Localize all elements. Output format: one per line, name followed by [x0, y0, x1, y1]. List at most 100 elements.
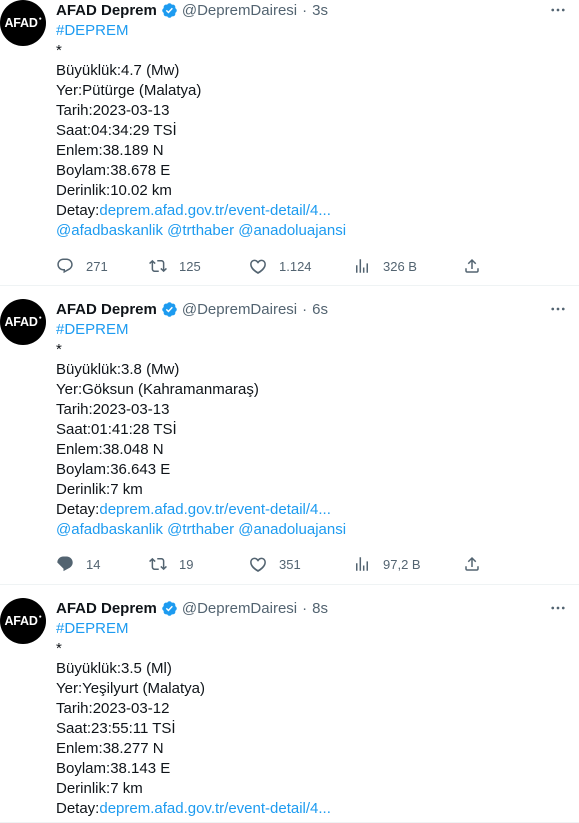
mentions-line: @afadbaskanlik @trthaber @anadoluajansi — [56, 520, 569, 540]
magnitude-line: Büyüklük:3.5 (Ml) — [56, 659, 569, 679]
latitude-value: 38.048 N — [102, 441, 164, 458]
latitude-line: Enlem:38.277 N — [56, 739, 569, 759]
like-button[interactable]: 1.124 — [249, 256, 312, 276]
latitude-line: Enlem:38.189 N — [56, 141, 569, 161]
place-value: Pütürge (Malatya) — [82, 82, 202, 99]
detail-link[interactable]: deprem.afad.gov.tr/event-detail/4... — [99, 202, 331, 219]
author-name[interactable]: AFAD Deprem — [56, 2, 157, 19]
retweet-button[interactable]: 19 — [149, 554, 193, 574]
avatar[interactable]: AFAD ● — [0, 299, 46, 345]
timestamp[interactable]: 6s — [312, 301, 328, 318]
date-value: 2023-03-13 — [92, 401, 170, 418]
magnitude-value: 3.5 (Ml) — [121, 660, 172, 677]
hashtag-link[interactable]: #DEPREM — [56, 619, 569, 639]
reply-count: 271 — [86, 258, 108, 274]
longitude-value: 38.143 E — [110, 760, 171, 777]
magnitude-label: Büyüklük: — [56, 62, 122, 79]
detail-link[interactable]: deprem.afad.gov.tr/event-detail/4... — [99, 501, 331, 518]
avatar[interactable]: AFAD ● — [0, 0, 46, 46]
mention-link[interactable]: @trthaber — [167, 222, 234, 239]
share-button[interactable] — [463, 256, 481, 276]
date-value: 2023-03-13 — [92, 102, 170, 119]
avatar[interactable]: AFAD ● — [0, 598, 46, 644]
longitude-label: Boylam: — [56, 162, 111, 179]
mentions-line: @afadbaskanlik @trthaber @anadoluajansi — [56, 221, 569, 241]
timestamp[interactable]: 8s — [312, 600, 328, 617]
place-value: Göksun (Kahramanmaraş) — [82, 381, 259, 398]
separator-dot: · — [302, 599, 308, 617]
author-handle[interactable]: @DepremDairesi — [182, 2, 297, 19]
views-button[interactable]: 97,2 B — [353, 554, 421, 574]
retweet-icon — [149, 259, 167, 273]
author-handle[interactable]: @DepremDairesi — [182, 600, 297, 617]
retweet-icon — [149, 557, 167, 571]
detail-line: Detay:deprem.afad.gov.tr/event-detail/4.… — [56, 500, 569, 520]
date-label: Tarih: — [56, 401, 93, 418]
verified-badge-icon — [162, 301, 177, 317]
hashtag-link[interactable]: #DEPREM — [56, 320, 569, 340]
timestamp[interactable]: 3s — [312, 2, 328, 19]
magnitude-label: Büyüklük: — [56, 361, 122, 378]
views-count: 326 B — [383, 258, 417, 274]
date-label: Tarih: — [56, 700, 93, 717]
longitude-value: 36.643 E — [110, 461, 171, 478]
verified-badge-icon — [162, 600, 177, 616]
author-name[interactable]: AFAD Deprem — [56, 600, 157, 617]
latitude-value: 38.277 N — [102, 740, 164, 757]
views-button[interactable]: 326 B — [353, 256, 417, 276]
tweet-text: #DEPREM * Büyüklük:3.8 (Mw) Yer:Göksun (… — [56, 320, 569, 540]
reply-count: 14 — [86, 556, 101, 572]
asterisk-line: * — [56, 341, 62, 358]
more-icon[interactable] — [547, 598, 569, 618]
avatar-text: AFAD — [4, 315, 38, 329]
magnitude-label: Büyüklük: — [56, 660, 122, 677]
share-button[interactable] — [463, 554, 481, 574]
mention-link[interactable]: @anadoluajansi — [238, 521, 346, 538]
retweet-count: 19 — [179, 556, 194, 572]
longitude-label: Boylam: — [56, 461, 111, 478]
reply-icon — [57, 556, 73, 572]
author-name[interactable]: AFAD Deprem — [56, 301, 157, 318]
retweet-button[interactable]: 125 — [149, 256, 201, 276]
hour-label: Saat: — [56, 421, 92, 438]
date-value: 2023-03-12 — [92, 700, 170, 717]
mention-link[interactable]: @afadbaskanlik — [56, 521, 163, 538]
asterisk-line: * — [56, 42, 62, 59]
date-line: Tarih:2023-03-13 — [56, 101, 569, 121]
latitude-value: 38.189 N — [102, 142, 164, 159]
tweet[interactable]: AFAD ● AFAD Deprem @DepremDairesi · 3s #D… — [0, 0, 579, 286]
hashtag-link[interactable]: #DEPREM — [56, 21, 569, 41]
author-handle[interactable]: @DepremDairesi — [182, 301, 297, 318]
like-button[interactable]: 351 — [249, 554, 301, 574]
hour-value: 23:55:11 TSİ — [91, 720, 176, 737]
mention-link[interactable]: @trthaber — [167, 521, 234, 538]
like-count: 1.124 — [279, 258, 312, 274]
mention-link[interactable]: @anadoluajansi — [238, 222, 346, 239]
magnitude-line: Büyüklük:3.8 (Mw) — [56, 360, 569, 380]
longitude-line: Boylam:38.678 E — [56, 161, 569, 181]
share-icon — [465, 556, 479, 571]
more-icon[interactable] — [547, 0, 569, 20]
tweet[interactable]: AFAD ● AFAD Deprem @DepremDairesi · 6s #D… — [0, 286, 579, 585]
hour-label: Saat: — [56, 720, 92, 737]
tweet-header: AFAD Deprem @DepremDairesi · 6s — [56, 299, 569, 319]
tweet-text: #DEPREM * Büyüklük:3.5 (Ml) Yer:Yeşilyur… — [56, 619, 569, 819]
depth-line: Derinlik:10.02 km — [56, 181, 569, 201]
detail-link[interactable]: deprem.afad.gov.tr/event-detail/4... — [99, 800, 331, 817]
reply-button[interactable]: 271 — [56, 256, 108, 276]
reply-button[interactable]: 14 — [56, 554, 100, 574]
mention-link[interactable]: @afadbaskanlik — [56, 222, 163, 239]
detail-label: Detay: — [56, 501, 100, 518]
avatar-text: AFAD — [4, 614, 38, 628]
hour-line: Saat:23:55:11 TSİ — [56, 719, 569, 739]
detail-line: Detay:deprem.afad.gov.tr/event-detail/4.… — [56, 201, 569, 221]
depth-label: Derinlik: — [56, 481, 111, 498]
place-line: Yer:Pütürge (Malatya) — [56, 81, 569, 101]
detail-label: Detay: — [56, 800, 100, 817]
place-label: Yer: — [56, 381, 83, 398]
tweet[interactable]: AFAD ● AFAD Deprem @DepremDairesi · 8s #D… — [0, 585, 579, 823]
more-icon[interactable] — [547, 299, 569, 319]
detail-line: Detay:deprem.afad.gov.tr/event-detail/4.… — [56, 799, 569, 819]
depth-label: Derinlik: — [56, 182, 111, 199]
hour-label: Saat: — [56, 122, 92, 139]
